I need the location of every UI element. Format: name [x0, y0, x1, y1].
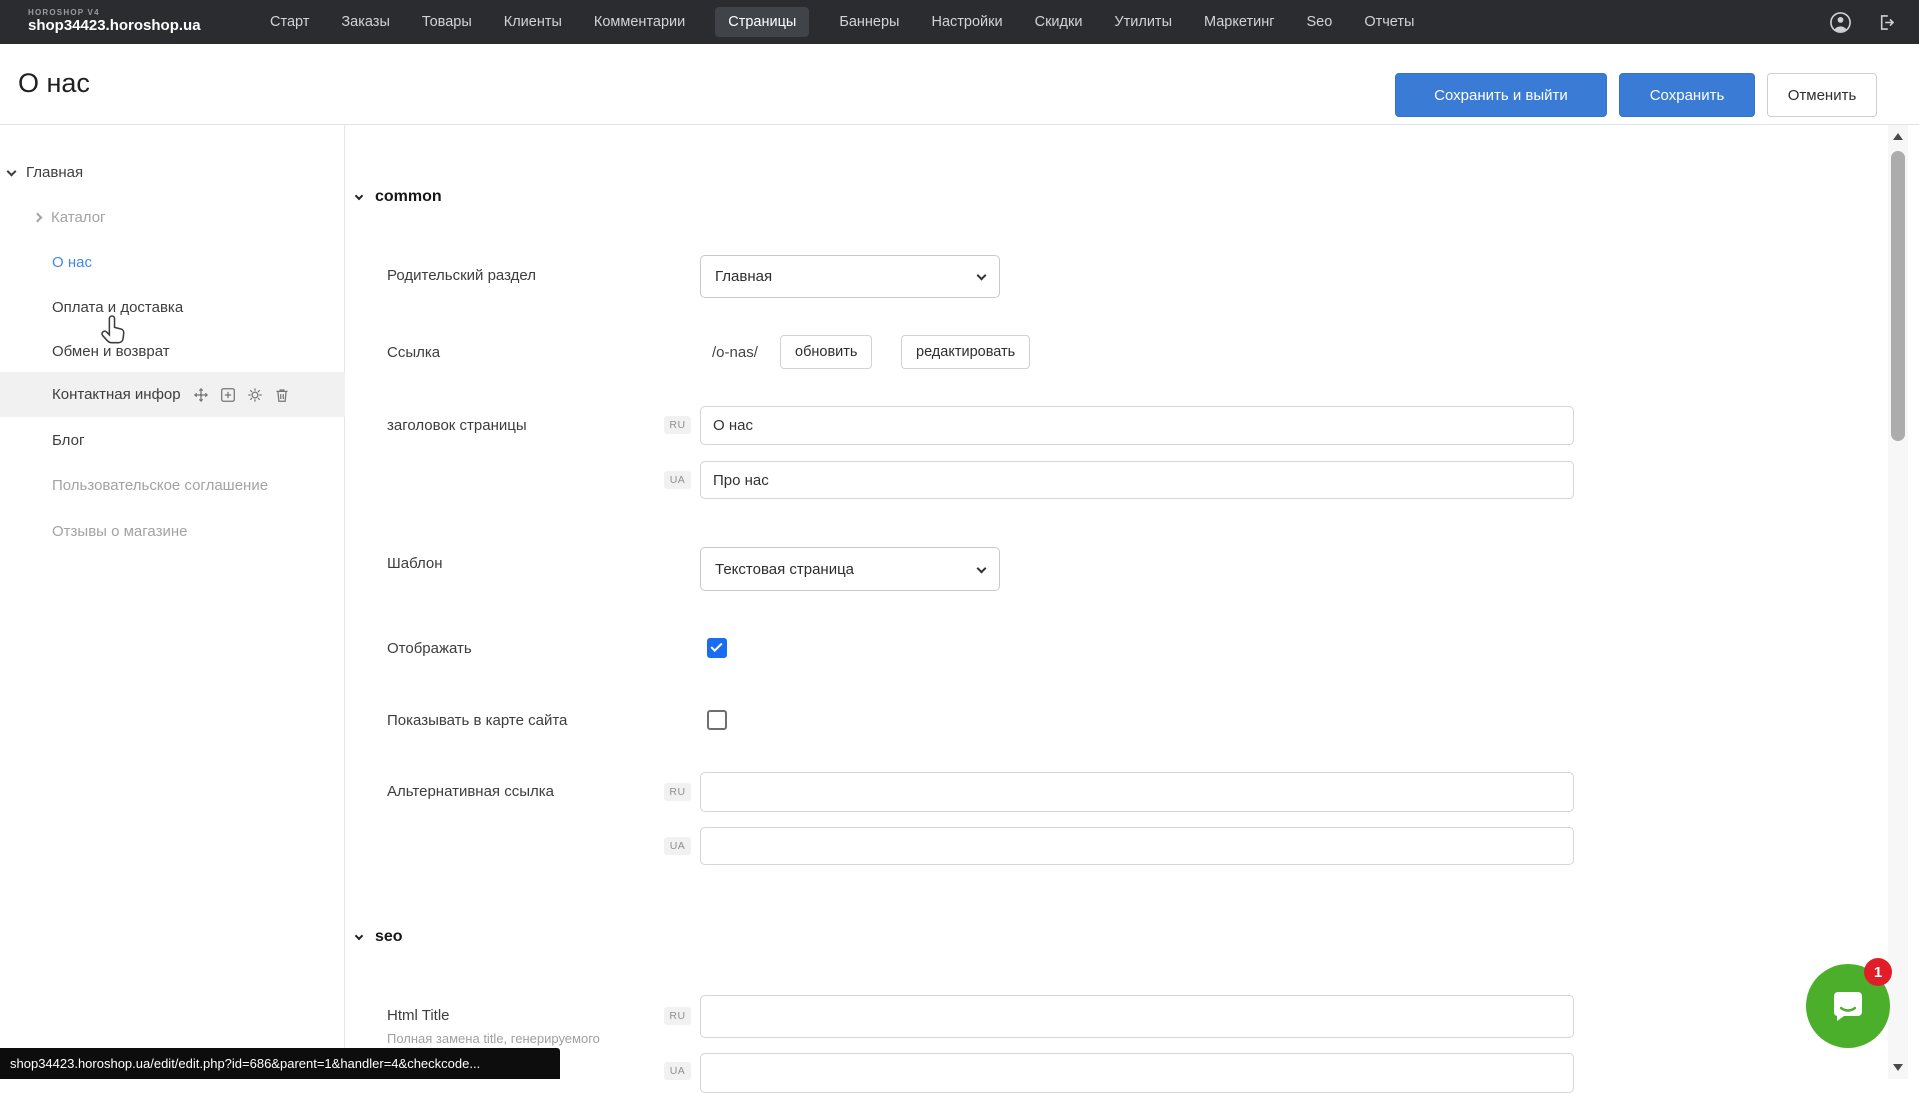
top-bar: HOROSHOP V4 shop34423.horoshop.ua Старт …: [0, 0, 1919, 44]
parent-section-select[interactable]: Главная: [700, 255, 1000, 298]
tree-item-obmen[interactable]: Обмен и возврат: [0, 329, 345, 374]
link-label: Ссылка: [387, 344, 440, 361]
nav-orders[interactable]: Заказы: [339, 7, 391, 37]
link-value: /o-nas/: [712, 344, 758, 361]
link-edit-button[interactable]: редактировать: [901, 335, 1030, 369]
nav-pages[interactable]: Страницы: [715, 7, 809, 37]
chat-bubble-icon: [1826, 984, 1870, 1028]
pages-tree-sidebar: Главная Каталог О нас Оплата и доставка …: [0, 125, 345, 1079]
vertical-scrollbar: [1888, 125, 1908, 1079]
lang-badge-ua: UA: [664, 471, 691, 489]
chevron-down-icon: [977, 271, 987, 281]
scroll-up-arrow[interactable]: [1893, 133, 1903, 140]
section-common[interactable]: common: [356, 188, 442, 206]
html-title-hint: Полная замена title, генерируемого: [387, 1031, 600, 1046]
link-refresh-button[interactable]: обновить: [780, 335, 872, 369]
tree-item-o-nas[interactable]: О нас: [0, 240, 345, 285]
page-title-ru-input[interactable]: [700, 406, 1574, 445]
brand[interactable]: HOROSHOP V4 shop34423.horoshop.ua: [28, 9, 228, 34]
sitemap-checkbox[interactable]: [707, 710, 727, 730]
lang-badge-ru: RU: [664, 1007, 691, 1025]
template-label: Шаблон: [387, 555, 443, 572]
chat-unread-badge: 1: [1864, 958, 1892, 986]
page-title: О нас: [18, 68, 90, 99]
nav-utilities[interactable]: Утилиты: [1112, 7, 1174, 37]
sitemap-label: Показывать в карте сайта: [387, 712, 567, 729]
page-title-label: заголовок страницы: [387, 417, 527, 434]
topbar-actions: [1829, 11, 1897, 34]
settings-gear-icon[interactable]: [246, 386, 264, 404]
lang-badge-ua: UA: [664, 837, 691, 855]
tree-item-actions: [192, 386, 291, 404]
move-icon[interactable]: [192, 386, 210, 404]
chevron-down-icon[interactable]: [355, 931, 363, 939]
page-header: О нас Сохранить и выйти Сохранить Отмени…: [0, 44, 1919, 125]
nav-start[interactable]: Старт: [268, 7, 311, 37]
header-buttons: Сохранить и выйти Сохранить Отменить: [1395, 73, 1877, 117]
page-title-ua-input[interactable]: [700, 461, 1574, 499]
add-page-icon[interactable]: [219, 386, 237, 404]
lang-badge-ru: RU: [664, 783, 691, 801]
nav-settings[interactable]: Настройки: [929, 7, 1004, 37]
tree-item-blog[interactable]: Блог: [0, 418, 345, 463]
cancel-button[interactable]: Отменить: [1767, 73, 1877, 117]
chevron-down-icon: [977, 563, 987, 573]
alt-link-ru-input[interactable]: [700, 772, 1574, 812]
lang-badge-ru: RU: [664, 416, 691, 434]
html-title-label: Html Title: [387, 1007, 450, 1024]
nav-banners[interactable]: Баннеры: [837, 7, 901, 37]
html-title-ru-input[interactable]: [700, 995, 1574, 1038]
account-icon[interactable]: [1829, 11, 1852, 34]
display-label: Отображать: [387, 640, 472, 657]
nav-marketing[interactable]: Маркетинг: [1202, 7, 1277, 37]
nav-products[interactable]: Товары: [420, 7, 474, 37]
brand-domain: shop34423.horoshop.ua: [28, 18, 228, 35]
html-title-ua-input[interactable]: [700, 1053, 1574, 1093]
tree-item-kontaktnaya[interactable]: Контактная инфор: [0, 372, 345, 417]
save-button[interactable]: Сохранить: [1619, 73, 1755, 117]
nav-seo[interactable]: Seo: [1305, 7, 1335, 37]
template-select[interactable]: Текстовая страница: [700, 547, 1000, 591]
top-navigation: Старт Заказы Товары Клиенты Комментарии …: [268, 7, 1416, 37]
save-and-exit-button[interactable]: Сохранить и выйти: [1395, 73, 1607, 117]
scroll-down-arrow[interactable]: [1893, 1064, 1903, 1071]
tree-item-polzovatelskoe[interactable]: Пользовательское соглашение: [0, 463, 345, 508]
chevron-down-icon[interactable]: [355, 191, 363, 199]
chevron-down-icon[interactable]: [7, 166, 17, 176]
tree-item-otzyvy[interactable]: Отзывы о магазине: [0, 509, 345, 554]
nav-comments[interactable]: Комментарии: [592, 7, 687, 37]
tree-item-glavnaya[interactable]: Главная: [0, 150, 345, 195]
link-preview-statusbar: shop34423.horoshop.ua/edit/edit.php?id=6…: [0, 1048, 560, 1079]
tree-item-katalog[interactable]: Каталог: [0, 195, 345, 240]
display-checkbox[interactable]: [707, 638, 727, 658]
scrollbar-thumb[interactable]: [1891, 151, 1905, 441]
alt-link-ua-input[interactable]: [700, 827, 1574, 865]
lang-badge-ua: UA: [664, 1062, 691, 1080]
chevron-right-icon[interactable]: [33, 213, 43, 223]
nav-reports[interactable]: Отчеты: [1362, 7, 1416, 37]
tree-item-oplata[interactable]: Оплата и доставка: [0, 285, 345, 330]
delete-trash-icon[interactable]: [273, 386, 291, 404]
section-seo[interactable]: seo: [356, 928, 403, 946]
alt-link-label: Альтернативная ссылка: [387, 783, 554, 800]
parent-section-label: Родительский раздел: [387, 267, 536, 284]
nav-discounts[interactable]: Скидки: [1033, 7, 1085, 37]
nav-clients[interactable]: Клиенты: [502, 7, 564, 37]
logout-icon[interactable]: [1876, 12, 1897, 33]
